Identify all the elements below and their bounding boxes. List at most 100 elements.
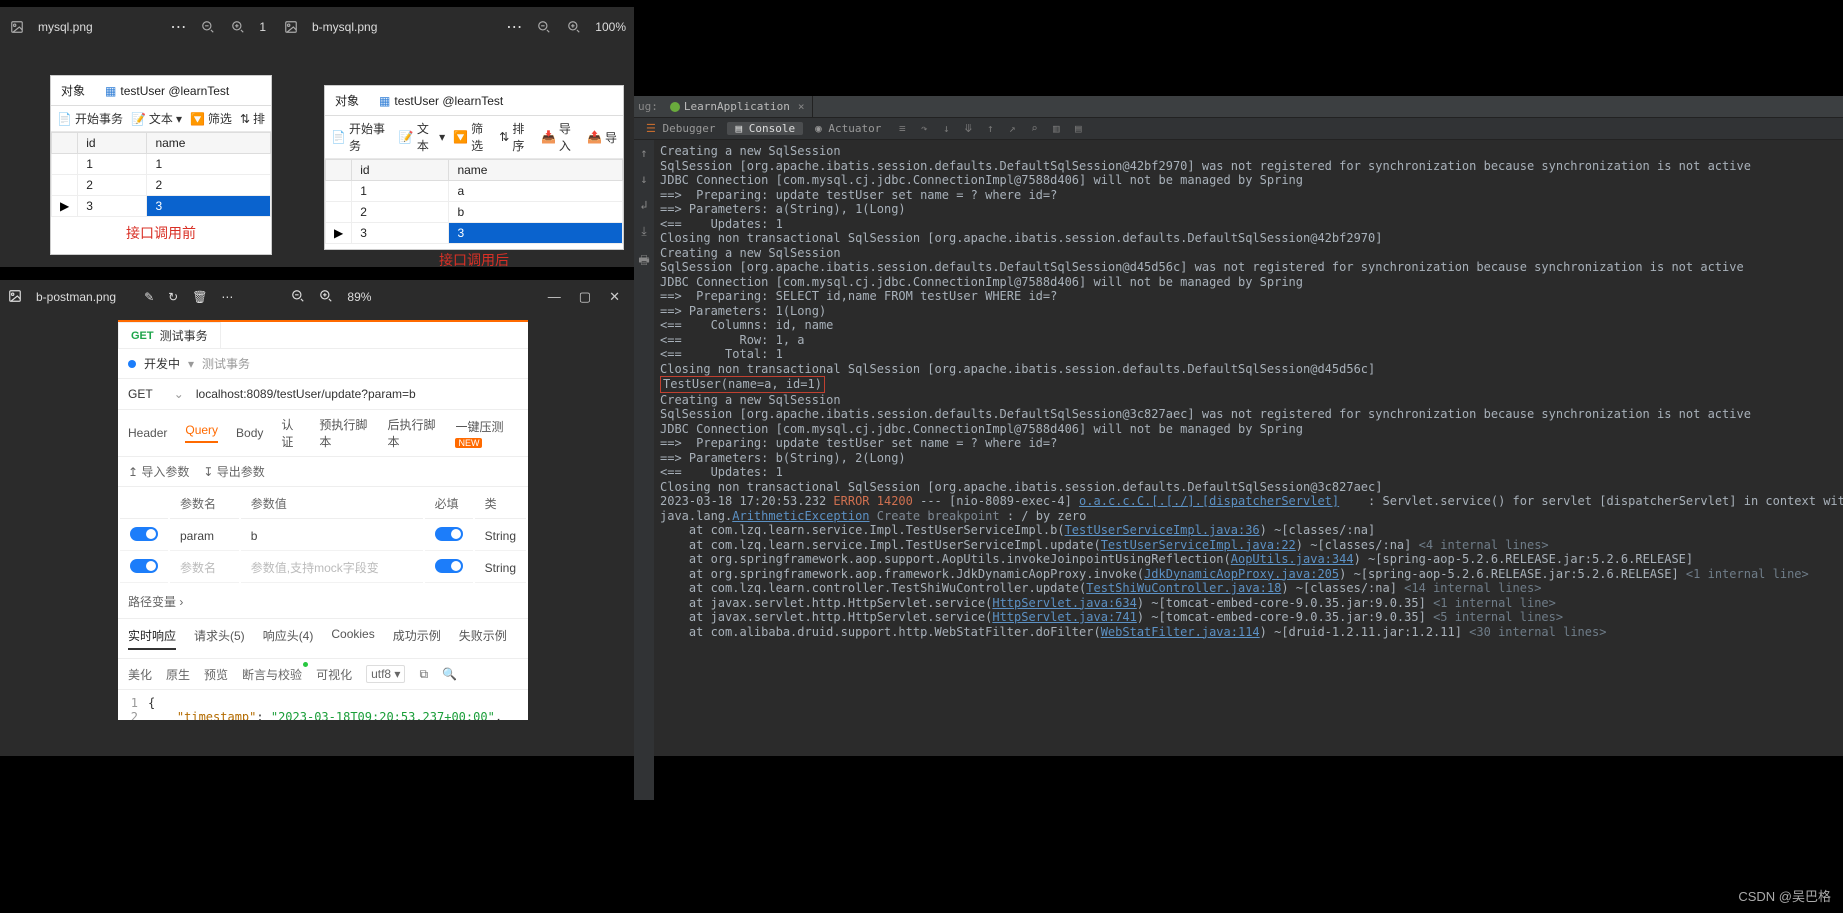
- response-body[interactable]: 1{2 "timestamp": "2023-03-18T09:20:53.23…: [118, 690, 528, 720]
- more-icon[interactable]: ⋯: [170, 17, 187, 37]
- tab-console[interactable]: ▤ Console: [727, 122, 803, 135]
- wrap-icon[interactable]: ↲: [640, 198, 647, 212]
- col-id[interactable]: id: [78, 133, 147, 154]
- console-output[interactable]: Creating a new SqlSessionSqlSession [org…: [634, 140, 1843, 643]
- env-row[interactable]: 开发中▾ 测试事务: [118, 349, 528, 379]
- up-icon[interactable]: ↑: [640, 146, 647, 160]
- toggle[interactable]: [435, 527, 463, 541]
- tab-testuser[interactable]: ▦testUser @learnTest: [95, 76, 239, 105]
- tab-testuser[interactable]: ▦testUser @learnTest: [369, 86, 513, 115]
- toggle[interactable]: [130, 527, 158, 541]
- request-tab[interactable]: GET测试事务: [118, 322, 221, 348]
- filter-button[interactable]: 🔽 筛选: [190, 110, 232, 127]
- text-button[interactable]: 📝 文本 ▾: [399, 120, 445, 154]
- scroll-icon[interactable]: ⤓: [641, 224, 646, 239]
- tab-auth[interactable]: 认证: [281, 416, 301, 450]
- resp-live[interactable]: 实时响应: [128, 627, 176, 650]
- resp-reqhdr[interactable]: 请求头(5): [194, 627, 245, 650]
- zoom-in-icon[interactable]: [565, 18, 583, 36]
- tab-objects[interactable]: 对象: [51, 76, 95, 105]
- begin-tx-button[interactable]: 📄 开始事务: [57, 110, 123, 127]
- filename: b-postman.png: [36, 290, 116, 304]
- filename: b-mysql.png: [312, 20, 377, 34]
- down-icon[interactable]: ↓: [640, 172, 647, 186]
- step-into-icon[interactable]: ↓: [937, 122, 955, 135]
- zoom-out-icon[interactable]: [199, 18, 217, 36]
- tab-header[interactable]: Header: [128, 426, 167, 440]
- prefix: ug:: [634, 100, 662, 113]
- tab-debugger[interactable]: ☰ Debugger: [638, 122, 723, 135]
- layout-icon[interactable]: ▥: [1047, 122, 1065, 135]
- zoom-in-icon[interactable]: [319, 289, 333, 306]
- resp-success[interactable]: 成功示例: [393, 627, 441, 650]
- table-row[interactable]: 1a: [326, 181, 623, 202]
- search-icon[interactable]: 🔍: [442, 667, 457, 681]
- mode-vis[interactable]: 可视化: [316, 666, 352, 683]
- copy-icon[interactable]: ⧉: [419, 667, 428, 682]
- print-icon[interactable]: 🖶: [638, 251, 649, 272]
- menu-icon[interactable]: ≡: [893, 122, 911, 135]
- more-icon[interactable]: ⋯: [221, 290, 233, 304]
- mode-diff[interactable]: 断言与校验: [242, 666, 302, 683]
- text-button[interactable]: 📝 文本 ▾: [131, 110, 182, 127]
- tab-postscript[interactable]: 后执行脚本: [387, 416, 437, 450]
- run-config-tab[interactable]: LearnApplication×: [662, 96, 814, 117]
- import-button[interactable]: 📥 导入: [541, 120, 579, 154]
- sort-button[interactable]: ⇅ 排序: [499, 120, 533, 154]
- export-params[interactable]: ↧ 导出参数: [203, 463, 264, 480]
- more-icon[interactable]: ⋯: [506, 17, 523, 37]
- col-name[interactable]: name: [449, 160, 623, 181]
- step-out-icon[interactable]: ↑: [981, 122, 999, 135]
- mode-beautify[interactable]: 美化: [128, 666, 152, 683]
- url-input[interactable]: localhost:8089/testUser/update?param=b: [196, 387, 416, 401]
- image-icon: [8, 289, 22, 306]
- refresh-icon[interactable]: ↻: [168, 290, 178, 304]
- delete-icon[interactable]: 🗑: [192, 290, 207, 304]
- export-button[interactable]: 📤 导: [587, 129, 617, 146]
- encoding-select[interactable]: utf8 ▾: [366, 665, 405, 683]
- step-over-icon[interactable]: ↷: [915, 122, 933, 135]
- minimize-icon[interactable]: —: [548, 289, 561, 305]
- table-row[interactable]: ▶33: [52, 196, 271, 217]
- toggle[interactable]: [130, 559, 158, 573]
- mode-raw[interactable]: 原生: [166, 666, 190, 683]
- zoom-out-icon[interactable]: [535, 18, 553, 36]
- table-row[interactable]: ▶33: [326, 223, 623, 244]
- tab-objects[interactable]: 对象: [325, 86, 369, 115]
- resp-fail[interactable]: 失败示例: [459, 627, 507, 650]
- resp-cookies[interactable]: Cookies: [331, 627, 374, 650]
- tab-stress[interactable]: 一键压测NEW: [455, 418, 518, 449]
- filter-button[interactable]: 🔽 筛选: [453, 120, 491, 154]
- col-id[interactable]: id: [352, 160, 449, 181]
- evaluate-icon[interactable]: ⌕: [1025, 122, 1043, 135]
- table-row[interactable]: 2b: [326, 202, 623, 223]
- filename: mysql.png: [38, 20, 93, 34]
- begin-tx-button[interactable]: 📄 开始事务: [331, 120, 391, 154]
- path-variables[interactable]: 路径变量 ›: [118, 585, 528, 619]
- import-params[interactable]: ↥ 导入参数: [128, 463, 189, 480]
- db-panel-after: 对象 ▦testUser @learnTest 📄 开始事务 📝 文本 ▾ 🔽 …: [324, 85, 624, 250]
- edit-icon[interactable]: ✎: [144, 290, 154, 304]
- cursor-icon[interactable]: ↗: [1003, 122, 1021, 135]
- table-row[interactable]: 22: [52, 175, 271, 196]
- param-row[interactable]: param b String: [120, 521, 526, 551]
- tab-actuator[interactable]: ◉ Actuator: [807, 122, 889, 135]
- step-into-force-icon[interactable]: ⤋: [959, 122, 977, 135]
- zoom-out-icon[interactable]: [291, 289, 305, 306]
- table-row[interactable]: 11: [52, 154, 271, 175]
- method-select[interactable]: GET ⌄: [128, 387, 184, 401]
- mode-preview[interactable]: 预览: [204, 666, 228, 683]
- col-name[interactable]: name: [147, 133, 271, 154]
- tab-prescript[interactable]: 预执行脚本: [319, 416, 369, 450]
- resp-resphdr[interactable]: 响应头(4): [263, 627, 314, 650]
- tab-body[interactable]: Body: [236, 426, 263, 440]
- zoom-in-icon[interactable]: [229, 18, 247, 36]
- tab-query[interactable]: Query: [185, 423, 218, 443]
- param-row[interactable]: 参数名 参数值,支持mock字段变 String: [120, 553, 526, 583]
- layout2-icon[interactable]: ▤: [1069, 122, 1087, 135]
- env-label: 开发中: [144, 355, 180, 372]
- close-icon[interactable]: ✕: [609, 289, 620, 305]
- maximize-icon[interactable]: ▢: [579, 289, 591, 305]
- sort-button[interactable]: ⇅ 排: [240, 110, 265, 127]
- toggle[interactable]: [435, 559, 463, 573]
